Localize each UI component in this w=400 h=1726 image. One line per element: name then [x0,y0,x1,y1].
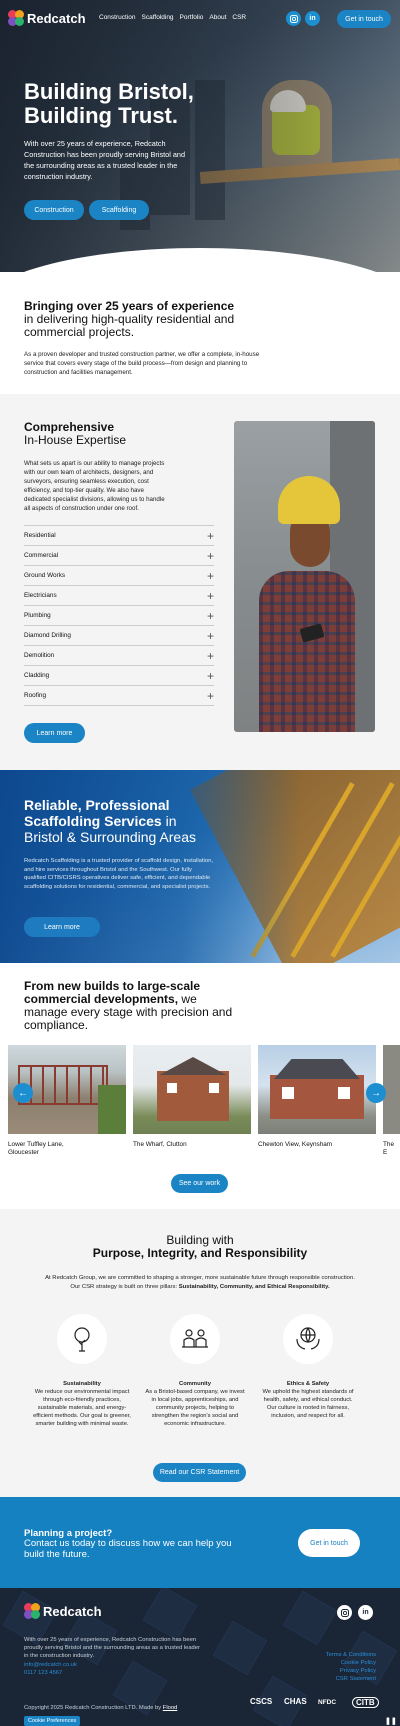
inhouse-text: What sets us apart is our ability to man… [24,460,165,512]
nav-csr[interactable]: CSR [232,14,246,21]
accordion-label: Diamond Drilling [24,632,71,639]
hero-construction-button[interactable]: Construction [24,200,84,220]
nav-construction[interactable]: Construction [99,14,136,21]
cookie-preferences-button[interactable]: Cookie Preferences [24,1716,81,1726]
accordion-label: Electricians [24,592,57,599]
nav-scaffolding[interactable]: Scaffolding [142,14,174,21]
scaffolding-text: Redcatch Scaffolding is a trusted provid… [24,858,214,890]
accordion-label: Residential [24,532,56,539]
pillar-community: Community As a Bristol-based company, we … [145,1381,245,1427]
csr-title: Building with Purpose, Integrity, and Re… [92,1233,308,1260]
accordion-item-roofing[interactable]: Roofing + [24,685,214,705]
carousel-prev-arrow-icon[interactable]: ← [13,1083,33,1103]
accordion-label: Ground Works [24,572,66,579]
carousel-next-arrow-icon[interactable]: → [366,1083,386,1103]
plus-icon[interactable]: + [207,550,214,562]
accordion-item-commercial[interactable]: Commercial + [24,545,214,565]
logo-icon[interactable] [8,10,24,26]
plus-icon[interactable]: + [207,670,214,682]
hero-section: Building Bristol, Building Trust. With ov… [0,0,400,272]
project-label-3: Chewton View, Keynsham [258,1141,333,1148]
project-label-4: The E [383,1141,395,1156]
intro-title: Bringing over 25 years of experience in … [24,299,235,339]
footer-copyright: Copyright 2025 Redcatch Construction LTD… [24,1705,178,1711]
accordion-item-plumbing[interactable]: Plumbing + [24,605,214,625]
pause-icon[interactable]: ❚❚ [385,1717,397,1725]
csr-intro: At Redcatch Group, we are committed to s… [45,1275,355,1290]
accordion-label: Demolition [24,652,55,659]
accordion-item-residential[interactable]: Residential + [24,525,214,545]
footer-link-csr[interactable]: CSR Statement [336,1676,376,1682]
inhouse-title: Comprehensive In-House Expertise [24,420,127,447]
project-image-2[interactable] [133,1045,251,1134]
footer-text: With over 25 years of experience, Redcat… [24,1637,200,1659]
accordion-item-cladding[interactable]: Cladding + [24,665,214,685]
made-by-link[interactable]: Flood [163,1705,178,1711]
tree-icon [57,1314,107,1364]
nfdc-badge: NFDC [318,1699,337,1706]
hero-text: With over 25 years of experience, Redcat… [24,139,186,181]
accordion-label: Commercial [24,552,59,559]
see-our-work-button[interactable]: See our work [171,1174,228,1193]
footer-link-privacy[interactable]: Privacy Policy [340,1668,376,1674]
footer-email[interactable]: info@redcatch.co.uk [24,1661,77,1669]
accordion-item-diamond-drilling[interactable]: Diamond Drilling + [24,625,214,645]
footer-link-terms[interactable]: Terms & Conditions [326,1652,376,1658]
plus-icon[interactable]: + [207,530,214,542]
cta-get-in-touch-button[interactable]: Get in touch [298,1529,360,1557]
csr-statement-button[interactable]: Read our CSR Statement [153,1463,246,1482]
intro-text: As a proven developer and trusted constr… [24,351,260,376]
footer-linkedin-icon[interactable]: in [358,1605,373,1620]
people-icon [170,1314,220,1364]
project-label-2: The Wharf, Clutton [133,1141,187,1148]
accordion-label: Roofing [24,692,47,699]
accordion-item-electricians[interactable]: Electricians + [24,585,214,605]
nav-portfolio[interactable]: Portfolio [180,14,204,21]
cta-text: Contact us today to discuss how we can h… [24,1538,232,1560]
logo-text[interactable]: Redcatch [27,11,86,26]
chas-badge: CHAS [284,1697,307,1706]
footer-logo-icon[interactable] [24,1603,40,1619]
citb-badge: CITB [352,1697,379,1708]
accordion-divider [24,705,214,706]
footer-logo-text[interactable]: Redcatch [43,1604,102,1619]
top-nav: Redcatch Construction Scaffolding Portfo… [0,0,400,38]
plus-icon[interactable]: + [207,650,214,662]
footer-phone[interactable]: 0117 123 4567 [24,1669,62,1677]
projects-title: From new builds to large-scale commercia… [24,979,233,1032]
footer-link-cookie[interactable]: Cookie Policy [341,1660,376,1666]
linkedin-icon[interactable]: in [305,11,320,26]
plus-icon[interactable]: + [207,590,214,602]
project-label-1: Lower Tuffley Lane, Gloucester [8,1141,64,1156]
scaffolding-learn-more-button[interactable]: Learn more [24,917,100,937]
plus-icon[interactable]: + [207,610,214,622]
worker-photo [234,421,375,732]
accordion-label: Plumbing [24,612,51,619]
accordion-item-ground-works[interactable]: Ground Works + [24,565,214,585]
pillar-ethics-safety: Ethics & Safety We uphold the highest sta… [262,1381,354,1419]
footer-instagram-icon[interactable] [337,1605,352,1620]
instagram-icon[interactable] [286,11,301,26]
globe-hands-icon [283,1314,333,1364]
project-image-3[interactable] [258,1045,376,1134]
nav-about[interactable]: About [209,14,226,21]
hero-title: Building Bristol, Building Trust. [24,79,194,128]
cscs-badge: CSCS [250,1697,273,1706]
inhouse-learn-more-button[interactable]: Learn more [24,723,85,743]
plus-icon[interactable]: + [207,570,214,582]
hero-scaffolding-button[interactable]: Scaffolding [89,200,149,220]
scaffolding-title: Reliable, Professional Scaffolding Servi… [24,797,196,845]
plus-icon[interactable]: + [207,630,214,642]
accordion-item-demolition[interactable]: Demolition + [24,645,214,665]
nav-links: Construction Scaffolding Portfolio About… [99,14,246,21]
pillar-sustainability: Sustainability We reduce our environmenta… [33,1381,131,1427]
get-in-touch-button[interactable]: Get in touch [337,10,391,28]
accordion-label: Cladding [24,672,50,679]
plus-icon[interactable]: + [207,690,214,702]
